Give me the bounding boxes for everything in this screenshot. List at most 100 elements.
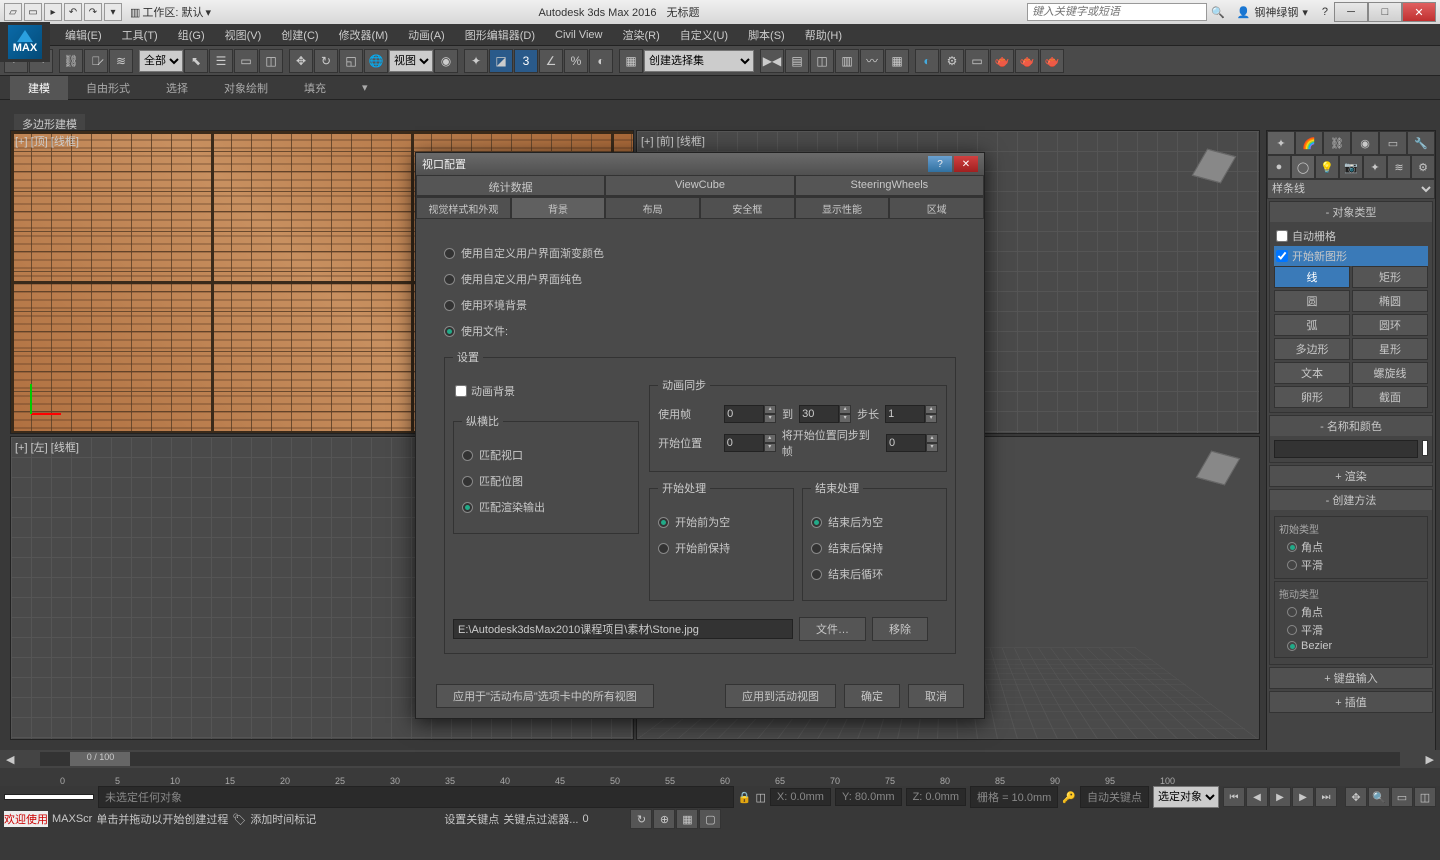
menu-render[interactable]: 渲染(R) <box>613 27 670 43</box>
autokey-button[interactable]: 自动关键点 <box>1080 786 1149 808</box>
radio-aspect-viewport[interactable]: 匹配视口 <box>462 447 630 463</box>
dialog-close-button[interactable]: ✕ <box>954 156 978 172</box>
radio-drag-smooth[interactable]: 平滑 <box>1279 621 1423 639</box>
named-sel[interactable]: ▦ <box>619 49 643 73</box>
menu-anim[interactable]: 动画(A) <box>398 27 455 43</box>
menu-create[interactable]: 创建(C) <box>271 27 328 43</box>
rollout-create-method[interactable]: - 创建方法 <box>1270 490 1432 510</box>
menu-modifier[interactable]: 修改器(M) <box>329 27 399 43</box>
radio-custom-solid[interactable]: 使用自定义用户界面纯色 <box>444 271 956 287</box>
addtime-button[interactable]: 添加时间标记 <box>250 811 316 827</box>
render-setup[interactable]: ⚙ <box>940 49 964 73</box>
radio-custom-gradient[interactable]: 使用自定义用户界面渐变颜色 <box>444 245 956 261</box>
curve-editor[interactable]: 〰 <box>860 49 884 73</box>
app-logo[interactable]: MAX <box>0 22 50 62</box>
autokey-indicator[interactable] <box>4 794 94 800</box>
search-input[interactable] <box>1027 3 1207 21</box>
render-iter[interactable]: 🫖 <box>1040 49 1064 73</box>
radio-end-loop[interactable]: 结束后循环 <box>811 566 938 582</box>
z-coord[interactable]: Z: 0.0mm <box>906 788 966 806</box>
spinner-snap[interactable]: ◐ <box>589 49 613 73</box>
center-button[interactable]: ◉ <box>434 49 458 73</box>
shape-rect[interactable]: 矩形 <box>1352 266 1428 288</box>
file-browse-button[interactable]: 文件… <box>799 617 866 641</box>
next-frame[interactable]: ▶ <box>1292 787 1314 807</box>
scale-button[interactable]: ◱ <box>339 49 363 73</box>
rollout-render[interactable]: + 渲染 <box>1270 466 1432 486</box>
nav-maximize[interactable]: ▦ <box>676 809 698 829</box>
select-name-button[interactable]: ☰ <box>209 49 233 73</box>
motion-tab-icon[interactable]: ◉ <box>1351 131 1379 155</box>
nav-fov[interactable]: ◫ <box>1414 787 1436 807</box>
rollout-name-color[interactable]: - 名称和颜色 <box>1270 416 1432 436</box>
tab-perf[interactable]: 显示性能 <box>795 197 890 219</box>
viewcube-persp-icon[interactable] <box>1203 453 1243 493</box>
close-button[interactable]: ✕ <box>1402 2 1436 22</box>
checkbox-anim-bg[interactable]: 动画背景 <box>453 381 639 401</box>
snap-3d[interactable]: 3 <box>514 49 538 73</box>
shape-ellipse[interactable]: 椭圆 <box>1352 290 1428 312</box>
radio-aspect-bitmap[interactable]: 匹配位图 <box>462 473 630 489</box>
render-button[interactable]: 🫖 <box>990 49 1014 73</box>
qat-redo[interactable]: ↷ <box>84 3 102 21</box>
y-coord[interactable]: Y: 80.0mm <box>835 788 902 806</box>
qat-new[interactable]: ▱ <box>4 3 22 21</box>
prev-frame[interactable]: ◀ <box>1246 787 1268 807</box>
spinner-sync[interactable]: ▴▾ <box>886 434 938 452</box>
menu-script[interactable]: 脚本(S) <box>738 27 795 43</box>
spinner-to[interactable]: ▴▾ <box>799 405 851 423</box>
hierarchy-tab-icon[interactable]: ⛓ <box>1323 131 1351 155</box>
align-button[interactable]: ▤ <box>785 49 809 73</box>
ribbon-fill[interactable]: 填充 <box>286 76 344 100</box>
x-coord[interactable]: X: 0.0mm <box>770 788 831 806</box>
menu-view[interactable]: 视图(V) <box>215 27 272 43</box>
create-tab-icon[interactable]: ✦ <box>1267 131 1295 155</box>
tab-stats[interactable]: 统计数据 <box>416 175 605 196</box>
geom-icon[interactable]: ● <box>1267 155 1291 179</box>
layers-button[interactable]: ◫ <box>810 49 834 73</box>
shape-text[interactable]: 文本 <box>1274 362 1350 384</box>
spinner-start[interactable]: ▴▾ <box>724 434 776 452</box>
utilities-tab-icon[interactable]: 🔧 <box>1407 131 1435 155</box>
angle-snap[interactable]: ∠ <box>539 49 563 73</box>
radio-start-hold[interactable]: 开始前保持 <box>658 540 785 556</box>
ribbon-objpaint[interactable]: 对象绘制 <box>206 76 286 100</box>
display-tab-icon[interactable]: ▭ <box>1379 131 1407 155</box>
ref-coord-select[interactable]: 视图 <box>389 50 433 72</box>
select-button[interactable]: ⬉ <box>184 49 208 73</box>
user-menu[interactable]: 👤 钢神绿钢 ▾ <box>1237 4 1308 20</box>
radio-init-corner[interactable]: 角点 <box>1279 538 1423 556</box>
ribbon-expand[interactable]: ▾ <box>344 77 386 98</box>
manip-button[interactable]: ✦ <box>464 49 488 73</box>
shape-donut[interactable]: 圆环 <box>1352 314 1428 336</box>
named-sel-set[interactable]: 创建选择集 <box>644 50 754 72</box>
layer-explorer[interactable]: ▥ <box>835 49 859 73</box>
lights-icon[interactable]: 💡 <box>1315 155 1339 179</box>
shape-helix[interactable]: 螺旋线 <box>1352 362 1428 384</box>
viewcube-icon[interactable] <box>1199 151 1239 191</box>
tab-style[interactable]: 视觉样式和外观 <box>416 197 511 219</box>
ribbon-freeform[interactable]: 自由形式 <box>68 76 148 100</box>
snap-toggle[interactable]: ◪ <box>489 49 513 73</box>
rotate-button[interactable]: ↻ <box>314 49 338 73</box>
menu-help[interactable]: 帮助(H) <box>795 27 852 43</box>
link-button[interactable]: ⛓ <box>59 49 83 73</box>
menu-edit[interactable]: 编辑(E) <box>55 27 112 43</box>
qat-undo[interactable]: ↶ <box>64 3 82 21</box>
radio-aspect-render[interactable]: 匹配渲染输出 <box>462 499 630 515</box>
menu-civil[interactable]: Civil View <box>545 29 612 41</box>
rollout-object-type[interactable]: - 对象类型 <box>1270 202 1432 222</box>
shape-line[interactable]: 线 <box>1274 266 1350 288</box>
material-editor[interactable]: ◐ <box>915 49 939 73</box>
key-mode-select[interactable]: 选定对象 <box>1153 786 1219 808</box>
tab-steering[interactable]: SteeringWheels <box>795 175 984 196</box>
move-button[interactable]: ✥ <box>289 49 313 73</box>
qat-save[interactable]: ▸ <box>44 3 62 21</box>
ribbon-modeling[interactable]: 建模 <box>10 76 68 100</box>
shape-star[interactable]: 星形 <box>1352 338 1428 360</box>
help-icon[interactable]: ? <box>1322 6 1328 18</box>
color-swatch[interactable] <box>1422 440 1428 456</box>
render-frame[interactable]: ▭ <box>965 49 989 73</box>
radio-env-bg[interactable]: 使用环境背景 <box>444 297 956 313</box>
cameras-icon[interactable]: 📷 <box>1339 155 1363 179</box>
